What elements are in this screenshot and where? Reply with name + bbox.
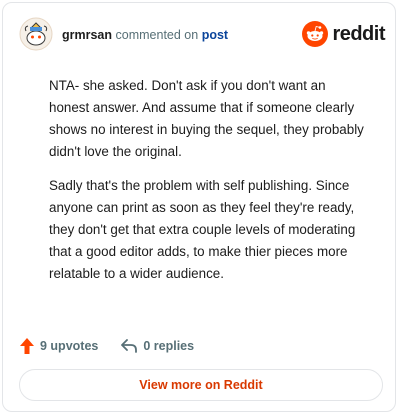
upvotes-stat[interactable]: 9 upvotes: [19, 337, 98, 355]
comment-header: grmrsan commented on post reddit: [19, 17, 385, 53]
post-link[interactable]: post: [202, 28, 228, 42]
view-more-button[interactable]: View more on Reddit: [19, 369, 383, 401]
reddit-wordmark: reddit: [332, 22, 385, 45]
username-link[interactable]: grmrsan: [62, 28, 112, 42]
comment-meta: grmrsan commented on post: [62, 28, 228, 42]
reddit-logo-icon: [302, 21, 329, 47]
reddit-brand[interactable]: reddit: [302, 21, 385, 47]
upvote-arrow-icon: [20, 338, 34, 354]
comment-body: NTA- she asked. Don't ask if you don't w…: [49, 75, 369, 297]
comment-footer: 9 upvotes 0 replies: [19, 335, 216, 357]
comment-paragraph: Sadly that's the problem with self publi…: [49, 178, 356, 281]
comment-embed-card: grmrsan commented on post reddit NTA- sh…: [2, 2, 396, 412]
comment-paragraph: NTA- she asked. Don't ask if you don't w…: [49, 78, 364, 159]
reply-arrow-icon: [121, 339, 138, 353]
upvotes-count: 9 upvotes: [40, 339, 99, 353]
action-text: commented on: [115, 28, 199, 42]
replies-count: 0 replies: [143, 339, 195, 353]
snoo-avatar[interactable]: [19, 17, 53, 51]
replies-stat[interactable]: 0 replies: [120, 338, 194, 354]
